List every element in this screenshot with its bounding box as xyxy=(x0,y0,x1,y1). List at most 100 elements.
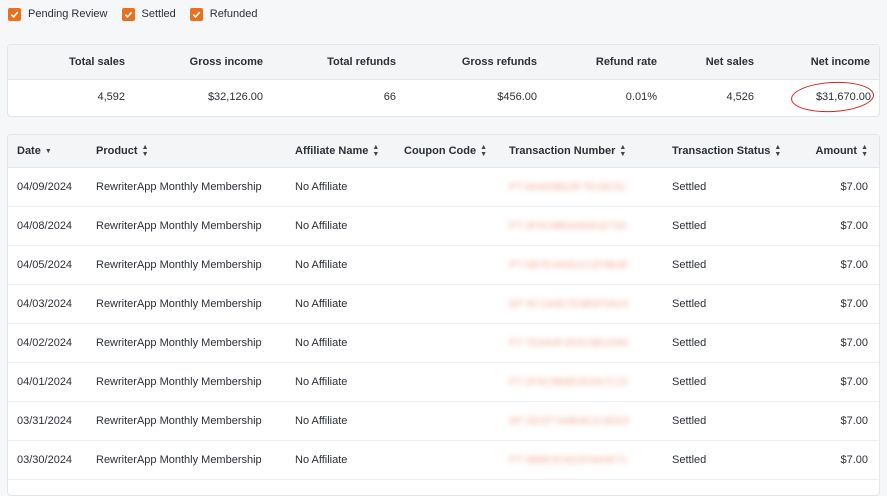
cell-status: Settled xyxy=(672,259,707,271)
sort-icon: ▲ ▼ xyxy=(480,144,488,158)
transactions-table: Date ▼ Product ▲ ▼ Affiliate Name ▲ ▼ Coup… xyxy=(7,134,880,496)
column-header-label: Coupon Code xyxy=(404,145,477,157)
column-header-amount[interactable]: Amount ▲ ▼ xyxy=(816,135,868,167)
checkbox-checked-icon[interactable] xyxy=(189,7,203,21)
cell-transaction-number-redacted: PT-3F0C8B5A9D61E720 xyxy=(498,207,654,245)
cell-status: Settled xyxy=(672,298,707,310)
column-header-date[interactable]: Date ▼ xyxy=(17,135,52,167)
cell-status: Settled xyxy=(672,415,707,427)
cell-affiliate: No Affiliate xyxy=(295,415,348,427)
summary-net-income: $31,670.00 xyxy=(815,91,871,103)
cell-transaction-number-redacted: PT-2F6C9B8E0D3A7C15 xyxy=(498,363,654,401)
sort-icon: ▲ ▼ xyxy=(372,144,380,158)
summary-card: Total sales Gross income Total refunds G… xyxy=(7,44,880,117)
cell-amount: $7.00 xyxy=(840,259,868,271)
column-header-label: Transaction Status xyxy=(672,145,771,157)
cell-status: Settled xyxy=(672,454,707,466)
redacted-transaction-text: AP-5D2F7A9B4E1C8D03 xyxy=(509,415,630,427)
summary-header-row: Total sales Gross income Total refunds G… xyxy=(8,45,879,80)
table-row[interactable]: 03/31/2024 RewriterApp Monthly Membershi… xyxy=(8,402,879,441)
cell-product: RewriterApp Monthly Membership xyxy=(96,376,262,388)
cell-status: Settled xyxy=(672,181,707,193)
filter-settled[interactable]: Settled xyxy=(121,7,176,21)
column-header-label: Affiliate Name xyxy=(295,145,369,157)
column-header-label: Amount xyxy=(815,145,858,157)
column-header-coupon[interactable]: Coupon Code ▲ ▼ xyxy=(404,135,487,167)
cell-transaction-number-redacted: AP-9C1A6E7D3B5F0A24 xyxy=(498,285,654,323)
sort-desc-icon: ▼ xyxy=(44,147,52,155)
cell-product: RewriterApp Monthly Membership xyxy=(96,259,262,271)
redacted-transaction-text: AP-9C1A6E7D3B5F0A24 xyxy=(509,298,629,310)
summary-net-sales: 4,526 xyxy=(726,91,754,103)
cell-product: RewriterApp Monthly Membership xyxy=(96,181,262,193)
column-header-status[interactable]: Transaction Status ▲ ▼ xyxy=(672,135,781,167)
cell-amount: $7.00 xyxy=(840,415,868,427)
redacted-transaction-text: PT-2F6C9B8E0D3A7C15 xyxy=(509,376,629,388)
cell-amount: $7.00 xyxy=(840,337,868,349)
cell-product: RewriterApp Monthly Membership xyxy=(96,415,262,427)
filter-label: Pending Review xyxy=(28,8,108,20)
cell-affiliate: No Affiliate xyxy=(295,376,348,388)
cell-product: RewriterApp Monthly Membership xyxy=(96,220,262,232)
table-row[interactable]: 04/08/2024 RewriterApp Monthly Membershi… xyxy=(8,207,879,246)
filter-bar: Pending Review Settled Refunded xyxy=(8,5,271,23)
sort-icon: ▲ ▼ xyxy=(774,144,782,158)
summary-header-net-sales: Net sales xyxy=(705,56,754,68)
cell-transaction-number-redacted: AP-5D2F7A9B4E1C8D03 xyxy=(498,402,654,440)
summary-header-total-sales: Total sales xyxy=(68,56,125,68)
cell-product: RewriterApp Monthly Membership xyxy=(96,298,262,310)
filter-refunded[interactable]: Refunded xyxy=(189,7,257,21)
cell-date: 04/01/2024 xyxy=(17,376,73,388)
cell-date: 03/31/2024 xyxy=(17,415,73,427)
cell-transaction-number-redacted: PT-5B7E4A0D1C2F9B38 xyxy=(498,246,654,284)
column-header-label: Transaction Number xyxy=(509,145,616,157)
checkbox-checked-icon[interactable] xyxy=(8,7,21,21)
table-row[interactable]: 04/03/2024 RewriterApp Monthly Membershi… xyxy=(8,285,879,324)
sort-icon: ▲ ▼ xyxy=(861,144,868,158)
cell-affiliate: No Affiliate xyxy=(295,298,348,310)
summary-header-gross-income: Gross income xyxy=(189,56,263,68)
table-row[interactable]: 04/01/2024 RewriterApp Monthly Membershi… xyxy=(8,363,879,402)
sort-icon: ▲ ▼ xyxy=(141,144,149,158)
redacted-transaction-text: PT-7D4A0F2E5C8B1D96 xyxy=(509,337,629,349)
redacted-transaction-text: PT-3F0C8B5A9D61E720 xyxy=(509,220,627,232)
cell-date: 04/02/2024 xyxy=(17,337,73,349)
cell-affiliate: No Affiliate xyxy=(295,220,348,232)
filter-label: Settled xyxy=(141,8,176,20)
redacted-transaction-text: PT-8A4D9B23F7E18C51 xyxy=(509,181,627,193)
cell-transaction-number-redacted: PT-7D4A0F2E5C8B1D96 xyxy=(498,324,654,362)
checkbox-checked-icon[interactable] xyxy=(121,7,135,21)
summary-header-net-income: Net income xyxy=(810,56,870,68)
cell-affiliate: No Affiliate xyxy=(295,337,348,349)
sort-icon: ▲ ▼ xyxy=(619,144,627,158)
cell-date: 04/09/2024 xyxy=(17,181,73,193)
summary-total-sales: 4,592 xyxy=(97,91,125,103)
summary-total-refunds: 66 xyxy=(383,91,396,103)
cell-amount: $7.00 xyxy=(840,298,868,310)
column-header-label: Product xyxy=(96,145,138,157)
cell-status: Settled xyxy=(672,376,707,388)
cell-amount: $7.00 xyxy=(840,181,868,193)
cell-affiliate: No Affiliate xyxy=(295,259,348,271)
cell-transaction-number-redacted: PT-8A4D9B23F7E18C51 xyxy=(498,168,654,206)
redacted-transaction-text: PT-0B8E3C6D2F9A5E71 xyxy=(509,454,628,466)
cell-date: 04/05/2024 xyxy=(17,259,73,271)
cell-date: 04/03/2024 xyxy=(17,298,73,310)
redacted-transaction-text: PT-5B7E4A0D1C2F9B38 xyxy=(509,259,628,271)
cell-affiliate: No Affiliate xyxy=(295,181,348,193)
table-header-row: Date ▼ Product ▲ ▼ Affiliate Name ▲ ▼ Coup… xyxy=(8,135,879,168)
table-row[interactable]: 04/05/2024 RewriterApp Monthly Membershi… xyxy=(8,246,879,285)
table-row[interactable]: 03/30/2024 RewriterApp Monthly Membershi… xyxy=(8,441,879,480)
cell-amount: $7.00 xyxy=(840,376,868,388)
cell-product: RewriterApp Monthly Membership xyxy=(96,337,262,349)
table-row[interactable]: 04/09/2024 RewriterApp Monthly Membershi… xyxy=(8,168,879,207)
summary-header-total-refunds: Total refunds xyxy=(327,56,396,68)
filter-pending-review[interactable]: Pending Review xyxy=(8,7,108,21)
column-header-transaction-number[interactable]: Transaction Number ▲ ▼ xyxy=(509,135,626,167)
column-header-product[interactable]: Product ▲ ▼ xyxy=(96,135,149,167)
column-header-label: Date xyxy=(17,145,41,157)
column-header-affiliate[interactable]: Affiliate Name ▲ ▼ xyxy=(295,135,379,167)
cell-affiliate: No Affiliate xyxy=(295,454,348,466)
cell-amount: $7.00 xyxy=(840,220,868,232)
table-row[interactable]: 04/02/2024 RewriterApp Monthly Membershi… xyxy=(8,324,879,363)
